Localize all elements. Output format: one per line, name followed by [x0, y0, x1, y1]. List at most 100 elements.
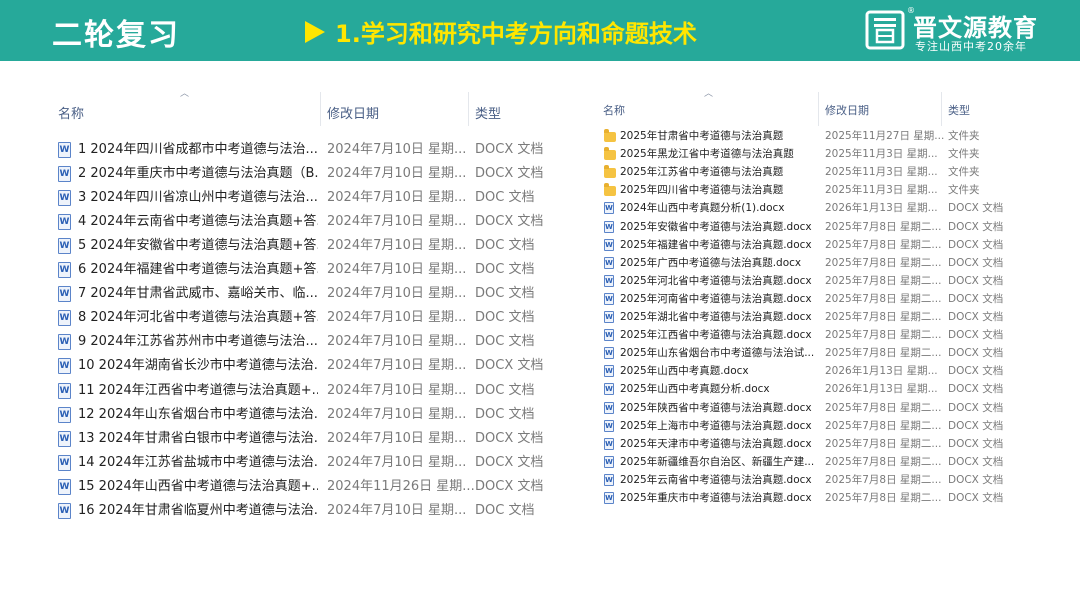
file-row[interactable]: 14 2024年江苏省盐城市中考道德与法治... 2024年7月10日 星期...… — [50, 451, 550, 475]
file-type: DOCX 文档 — [948, 473, 1004, 486]
folder-icon — [604, 165, 616, 179]
word-doc-icon — [58, 358, 71, 375]
topic-heading-text: 1.学习和研究中考方向和命题技术 — [335, 20, 697, 48]
file-modified-date: 2025年7月8日 星期二... — [825, 473, 942, 486]
file-type: DOCX 文档 — [948, 383, 1004, 396]
column-divider[interactable] — [941, 92, 942, 126]
file-row[interactable]: 2025年天津市中考道德与法治真题.docx 2025年7月8日 星期二... DO… — [598, 435, 1038, 453]
file-type: 文件夹 — [948, 166, 980, 179]
column-divider[interactable] — [320, 92, 321, 126]
column-header-name[interactable]: 名称 — [58, 92, 84, 126]
file-modified-date: 2024年7月10日 星期... — [327, 142, 467, 157]
column-divider[interactable] — [818, 92, 819, 126]
file-modified-date: 2025年7月8日 星期二... — [825, 455, 942, 468]
file-name: 13 2024年甘肃省白银市中考道德与法治... — [78, 430, 318, 446]
column-header-type[interactable]: 类型 — [475, 92, 501, 126]
file-row[interactable]: 2025年安徽省中考道德与法治真题.docx 2025年7月8日 星期二... DO… — [598, 218, 1038, 236]
file-modified-date: 2025年7月8日 星期二... — [825, 311, 942, 323]
file-row[interactable]: 16 2024年甘肃省临夏州中考道德与法治... 2024年7月10日 星期...… — [50, 499, 550, 523]
word-doc-icon — [58, 430, 71, 447]
file-row[interactable]: 12 2024年山东省烟台市中考道德与法治... 2024年7月10日 星期...… — [50, 403, 550, 427]
file-row[interactable]: 2025年山东省烟台市中考道德与法治试... 2025年7月8日 星期二... DO… — [598, 344, 1038, 362]
file-row[interactable]: 6 2024年福建省中考道德与法治真题+答... 2024年7月10日 星期...… — [50, 258, 550, 282]
file-row[interactable]: 2025年河南省中考道德与法治真题.docx 2025年7月8日 星期二... DO… — [598, 290, 1038, 308]
file-row[interactable]: 2025年陕西省中考道德与法治真题.docx 2025年7月8日 星期二... DO… — [598, 399, 1038, 417]
file-name: 2025年重庆市中考道德与法治真题.docx — [620, 492, 812, 504]
file-row[interactable]: 1 2024年四川省成都市中考道德与法治... 2024年7月10日 星期... D… — [50, 138, 550, 162]
file-type: DOC 文档 — [475, 238, 535, 254]
word-doc-icon — [58, 142, 71, 158]
file-type: DOCX 文档 — [475, 358, 544, 374]
file-row[interactable]: 7 2024年甘肃省武威市、嘉峪关市、临... 2024年7月10日 星期... D… — [50, 282, 550, 306]
file-modified-date: 2025年11月3日 星期... — [825, 184, 938, 197]
word-doc-icon — [604, 202, 614, 215]
word-doc-icon — [604, 473, 614, 486]
word-doc-icon — [604, 365, 614, 378]
word-doc-icon — [604, 437, 614, 450]
file-modified-date: 2025年7月8日 星期二... — [825, 238, 942, 251]
folder-icon — [604, 147, 616, 161]
word-doc-icon — [58, 382, 71, 399]
file-row[interactable]: 2025年湖北省中考道德与法治真题.docx 2025年7月8日 星期二... DO… — [598, 308, 1038, 326]
file-modified-date: 2024年7月10日 星期... — [327, 382, 467, 398]
file-row[interactable]: 2025年甘肃省中考道德与法治真题 2025年11月27日 星期... 文件夹 — [598, 127, 1038, 145]
file-name: 2025年河南省中考道德与法治真题.docx — [620, 292, 812, 305]
file-modified-date: 2024年7月10日 星期... — [327, 262, 467, 278]
file-name: 2025年天津市中考道德与法治真题.docx — [620, 437, 812, 450]
file-type: DOCX 文档 — [475, 142, 544, 157]
file-row[interactable]: 9 2024年江苏省苏州市中考道德与法治... 2024年7月10日 星期... D… — [50, 330, 550, 354]
file-name: 2025年陕西省中考道德与法治真题.docx — [620, 401, 812, 414]
file-name: 11 2024年江西省中考道德与法治真题+... — [78, 382, 318, 398]
file-row[interactable]: 2025年广西中考道德与法治真题.docx 2025年7月8日 星期二... DOC… — [598, 254, 1038, 272]
file-type: DOC 文档 — [475, 286, 535, 302]
file-modified-date: 2025年7月8日 星期二... — [825, 437, 942, 450]
column-divider[interactable] — [468, 92, 469, 126]
word-doc-icon — [604, 329, 614, 342]
file-row[interactable]: 3 2024年四川省凉山州中考道德与法治... 2024年7月10日 星期... D… — [50, 186, 550, 210]
file-row[interactable]: 2025年福建省中考道德与法治真题.docx 2025年7月8日 星期二... DO… — [598, 236, 1038, 254]
file-name: 9 2024年江苏省苏州市中考道德与法治... — [78, 334, 318, 350]
column-header-date[interactable]: 修改日期 — [825, 92, 869, 126]
file-row[interactable]: 2025年云南省中考道德与法治真题.docx 2025年7月8日 星期二... DO… — [598, 471, 1038, 489]
file-modified-date: 2025年7月8日 星期二... — [825, 401, 942, 414]
file-row[interactable]: 2025年新疆维吾尔自治区、新疆生产建... 2025年7月8日 星期二... DO… — [598, 453, 1038, 471]
file-name: 2025年四川省中考道德与法治真题 — [620, 184, 784, 197]
file-modified-date: 2025年11月27日 星期... — [825, 130, 945, 142]
file-row[interactable]: 11 2024年江西省中考道德与法治真题+... 2024年7月10日 星期...… — [50, 379, 550, 403]
file-row[interactable]: 15 2024年山西省中考道德与法治真题+... 2024年11月26日 星期..… — [50, 475, 550, 499]
file-row[interactable]: 10 2024年湖南省长沙市中考道德与法治... 2024年7月10日 星期...… — [50, 354, 550, 378]
file-row[interactable]: 2025年上海市中考道德与法治真题.docx 2025年7月8日 星期二... DO… — [598, 417, 1038, 435]
file-name: 6 2024年福建省中考道德与法治真题+答... — [78, 262, 318, 278]
file-row[interactable]: 2025年河北省中考道德与法治真题.docx 2025年7月8日 星期二... DO… — [598, 272, 1038, 290]
file-modified-date: 2025年7月8日 星期二... — [825, 292, 942, 305]
file-row[interactable]: 4 2024年云南省中考道德与法治真题+答... 2024年7月10日 星期...… — [50, 210, 550, 234]
file-row[interactable]: 13 2024年甘肃省白银市中考道德与法治... 2024年7月10日 星期...… — [50, 427, 550, 451]
column-header-row: ︿ 名称 修改日期 类型 — [598, 89, 1038, 126]
file-row[interactable]: 2 2024年重庆市中考道德与法治真题（B... 2024年7月10日 星期...… — [50, 162, 550, 186]
column-header-date[interactable]: 修改日期 — [327, 92, 379, 126]
file-row[interactable]: 2025年黑龙江省中考道德与法治真题 2025年11月3日 星期... 文件夹 — [598, 145, 1038, 163]
file-type: DOCX 文档 — [948, 274, 1004, 287]
file-type: DOCX 文档 — [948, 292, 1004, 305]
file-modified-date: 2024年7月10日 星期... — [327, 166, 467, 182]
column-header-type[interactable]: 类型 — [948, 92, 970, 126]
file-row[interactable]: 2025年山西中考真题.docx 2026年1月13日 星期... DOCX 文档 — [598, 362, 1038, 380]
file-row[interactable]: 5 2024年安徽省中考道德与法治真题+答... 2024年7月10日 星期...… — [50, 234, 550, 258]
word-doc-icon — [58, 286, 71, 303]
file-modified-date: 2024年7月10日 星期... — [327, 358, 467, 374]
file-row[interactable]: 2025年四川省中考道德与法治真题 2025年11月3日 星期... 文件夹 — [598, 181, 1038, 199]
file-row[interactable]: 2025年重庆市中考道德与法治真题.docx 2025年7月8日 星期二... DO… — [598, 489, 1038, 507]
file-row[interactable]: 2025年江苏省中考道德与法治真题 2025年11月3日 星期... 文件夹 — [598, 163, 1038, 181]
file-name: 2025年广西中考道德与法治真题.docx — [620, 256, 802, 269]
file-row[interactable]: 2024年山西中考真题分析(1).docx 2026年1月13日 星期... DOC… — [598, 199, 1038, 217]
file-row[interactable]: 2025年江西省中考道德与法治真题.docx 2025年7月8日 星期二... DO… — [598, 326, 1038, 344]
file-type: DOCX 文档 — [475, 166, 544, 182]
file-type: DOC 文档 — [475, 406, 535, 422]
brand-emblem-icon — [865, 10, 905, 50]
word-doc-icon — [58, 166, 71, 183]
column-header-name[interactable]: 名称 — [603, 92, 625, 126]
file-name: 2025年甘肃省中考道德与法治真题 — [620, 130, 784, 142]
file-row[interactable]: 2025年山西中考真题分析.docx 2026年1月13日 星期... DOCX 文… — [598, 380, 1038, 398]
file-row[interactable]: 8 2024年河北省中考道德与法治真题+答... 2024年7月10日 星期...… — [50, 306, 550, 330]
file-modified-date: 2024年11月26日 星期... — [327, 478, 475, 494]
